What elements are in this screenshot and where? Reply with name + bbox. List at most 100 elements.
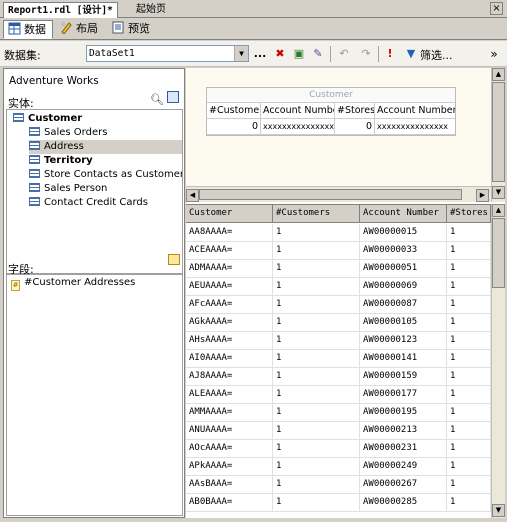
table-cell: AW00000231: [360, 440, 447, 458]
query-design-surface[interactable]: Customer #Customers Account Number #Stor…: [186, 68, 491, 186]
table-row[interactable]: AFcAAAA= 1 AW00000087 1: [186, 296, 491, 314]
table-row[interactable]: ADMAAAA= 1 AW00000051 1: [186, 260, 491, 278]
filter-icon[interactable]: ▼: [403, 46, 419, 62]
table-row[interactable]: AA8AAAA= 1 AW00000015 1: [186, 224, 491, 242]
grid-column-header[interactable]: #Stores: [447, 205, 491, 223]
design-horizontal-scrollbar[interactable]: ◀ ▶: [186, 186, 491, 202]
matrix-header[interactable]: #Stores: [335, 103, 375, 118]
refresh-fields-icon[interactable]: ▣: [291, 46, 307, 62]
table-cell: AW00000051: [360, 260, 447, 278]
table-cell: AW00000087: [360, 296, 447, 314]
scroll-thumb[interactable]: [199, 189, 462, 200]
chevron-down-icon[interactable]: ▼: [234, 46, 248, 61]
grid-column-header[interactable]: Customer: [186, 205, 273, 223]
table-cell: 1: [447, 404, 491, 422]
scroll-thumb[interactable]: [492, 82, 505, 182]
table-cell: 1: [273, 224, 360, 242]
filter-button[interactable]: 筛选...: [420, 47, 453, 63]
scroll-left-icon[interactable]: ◀: [186, 189, 199, 202]
delete-dataset-icon[interactable]: ✖: [272, 46, 288, 62]
matrix-header[interactable]: Account Number1: [375, 103, 455, 118]
table-cell: AW00000249: [360, 458, 447, 476]
table-cell: AW00000069: [360, 278, 447, 296]
entity-item-contact-credit-cards[interactable]: Contact Credit Cards: [29, 196, 148, 210]
table-cell: 1: [273, 350, 360, 368]
table-row[interactable]: AHsAAAA= 1 AW00000123 1: [186, 332, 491, 350]
table-cell: 1: [447, 350, 491, 368]
table-cell: 1: [447, 242, 491, 260]
table-row[interactable]: AMMAAAA= 1 AW00000195 1: [186, 404, 491, 422]
run-query-icon[interactable]: !: [382, 46, 398, 62]
entity-item-store-contacts[interactable]: Store Contacts as Customer: [29, 168, 182, 182]
design-vertical-scrollbar[interactable]: ▲ ▼: [491, 68, 505, 202]
doc-tab-start-page[interactable]: 起始页: [132, 2, 170, 18]
matrix-header[interactable]: Account Number: [261, 103, 335, 118]
table-row[interactable]: AEUAAAA= 1 AW00000069 1: [186, 278, 491, 296]
entity-tree[interactable]: Customer Sales Orders Address Territory …: [6, 109, 183, 274]
table-cell: 1: [273, 386, 360, 404]
entity-icon: [29, 197, 40, 206]
edit-selected-dataset-icon[interactable]: ✎: [310, 46, 326, 62]
doc-tab-report1[interactable]: Report1.rdl [设计]*: [3, 2, 118, 18]
table-cell: AW00000177: [360, 386, 447, 404]
grid-vertical-scrollbar[interactable]: ▲ ▼: [491, 204, 505, 518]
table-cell: AW00000141: [360, 350, 447, 368]
scroll-down-icon[interactable]: ▼: [492, 504, 505, 517]
undo-icon[interactable]: ↶: [336, 46, 352, 62]
table-cell: AMMAAAA=: [186, 404, 273, 422]
query-results-grid[interactable]: Customer #Customers Account Number #Stor…: [186, 204, 491, 518]
matrix-header[interactable]: #Customers: [207, 103, 261, 118]
table-row[interactable]: ANUAAAA= 1 AW00000213 1: [186, 422, 491, 440]
table-row[interactable]: APkAAAA= 1 AW00000249 1: [186, 458, 491, 476]
dataset-edit-button[interactable]: ...: [252, 46, 268, 62]
close-document-button[interactable]: ×: [490, 2, 503, 15]
entity-item-address[interactable]: Address: [29, 140, 182, 154]
tab-preview[interactable]: 预览: [108, 20, 156, 39]
table-row[interactable]: ACEAAAA= 1 AW00000033 1: [186, 242, 491, 260]
search-icon[interactable]: 🔍︎: [150, 93, 164, 106]
field-options-icon[interactable]: [168, 254, 180, 265]
toolbar-overflow-button[interactable]: »: [486, 46, 502, 62]
table-cell: 1: [447, 278, 491, 296]
data-icon: [8, 22, 21, 35]
dataset-select[interactable]: DataSet1 ▼: [86, 45, 249, 62]
table-cell: 1: [447, 332, 491, 350]
scroll-up-icon[interactable]: ▲: [492, 204, 505, 217]
grid-column-header[interactable]: #Customers: [273, 205, 360, 223]
field-list[interactable]: # #Customer Addresses: [6, 274, 183, 516]
table-cell: ADMAAAA=: [186, 260, 273, 278]
scroll-up-icon[interactable]: ▲: [492, 68, 505, 81]
table-cell: AHsAAAA=: [186, 332, 273, 350]
aggregate-field-icon: #: [11, 280, 20, 291]
table-cell: 1: [447, 458, 491, 476]
document-tab-strip: Report1.rdl [设计]* 起始页 ×: [0, 0, 507, 18]
tab-layout[interactable]: 布局: [56, 20, 104, 39]
matrix-cell: 0: [335, 119, 375, 134]
entity-item-sales-orders[interactable]: Sales Orders: [29, 126, 107, 140]
table-row[interactable]: AB0BAAA= 1 AW00000285 1: [186, 494, 491, 512]
table-cell: AW00000033: [360, 242, 447, 260]
entity-item-customer[interactable]: Customer: [13, 112, 82, 126]
table-row[interactable]: AAsBAAA= 1 AW00000267 1: [186, 476, 491, 494]
dataset-toolbar: 数据集: DataSet1 ▼ ... ✖ ▣ ✎ ↶ ↷ ! ▼ 筛选... …: [0, 41, 507, 67]
field-item[interactable]: # #Customer Addresses: [11, 276, 135, 291]
table-row[interactable]: AOcAAAA= 1 AW00000231 1: [186, 440, 491, 458]
entity-options-icon[interactable]: [167, 91, 179, 103]
grid-column-header[interactable]: Account Number: [360, 205, 447, 223]
entity-item-territory[interactable]: Territory: [29, 154, 93, 168]
scroll-thumb[interactable]: [492, 218, 505, 288]
table-cell: 1: [273, 494, 360, 512]
entity-item-sales-person[interactable]: Sales Person: [29, 182, 107, 196]
scroll-down-icon[interactable]: ▼: [492, 186, 505, 199]
table-cell: 1: [447, 224, 491, 242]
table-row[interactable]: ALEAAAA= 1 AW00000177 1: [186, 386, 491, 404]
scroll-right-icon[interactable]: ▶: [476, 189, 489, 202]
table-row[interactable]: AJ8AAAA= 1 AW00000159 1: [186, 368, 491, 386]
table-row[interactable]: AGkAAAA= 1 AW00000105 1: [186, 314, 491, 332]
table-cell: 1: [273, 368, 360, 386]
table-cell: AEUAAAA=: [186, 278, 273, 296]
table-row[interactable]: AI0AAAA= 1 AW00000141 1: [186, 350, 491, 368]
redo-icon[interactable]: ↷: [358, 46, 374, 62]
tab-data[interactable]: 数据: [3, 20, 53, 39]
dataset-label: 数据集:: [4, 49, 41, 62]
